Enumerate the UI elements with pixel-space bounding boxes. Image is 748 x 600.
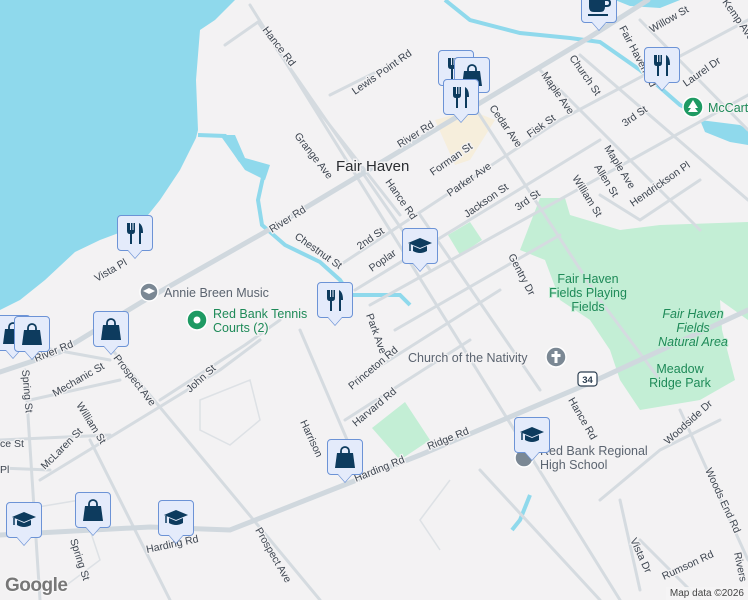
street-label: Willow St	[648, 4, 691, 36]
restaurant-icon	[649, 52, 675, 78]
shopping-icon	[98, 316, 124, 342]
street-label: Mechanic St	[51, 360, 107, 399]
poi-label: Ridge Park	[649, 376, 712, 390]
education-icon	[10, 507, 38, 533]
poi-label: Fair Haven	[557, 272, 618, 286]
restaurant-marker[interactable]	[443, 79, 479, 115]
poi-label: Fields	[571, 300, 604, 314]
red-bank-tennis-courts-poi[interactable]: Red Bank Tennis Courts (2)	[186, 306, 309, 336]
coffee-icon	[585, 0, 613, 18]
street-label: Spring St	[67, 537, 92, 582]
restaurant-icon	[122, 220, 148, 246]
poi-label: Meadow	[656, 362, 704, 376]
restaurant-marker[interactable]	[644, 47, 680, 83]
education-marker[interactable]	[158, 500, 194, 536]
street-label: Hance Rd	[260, 24, 298, 68]
education-marker[interactable]	[514, 417, 550, 453]
street-label: Cedar Ave	[487, 103, 525, 150]
poi-label: High School	[540, 458, 607, 472]
restaurant-icon	[322, 287, 348, 313]
google-logo: Google	[5, 575, 68, 596]
street-label: Woods End Rd	[702, 466, 743, 535]
poi-label: Fair Haven	[662, 307, 723, 321]
small-park	[448, 222, 482, 255]
education-icon	[162, 505, 190, 531]
poi-label: Courts (2)	[213, 321, 269, 335]
street-label: Grange Ave	[292, 130, 336, 181]
playground-park	[372, 402, 430, 460]
restaurant-marker[interactable]	[117, 215, 153, 251]
poi-label: Fields	[676, 321, 709, 335]
street-label: Vista Pl	[93, 256, 130, 284]
street-label: Hance Rd	[565, 396, 599, 443]
poi-label: Annie Breen Music	[164, 286, 269, 300]
street-label: John St	[184, 362, 219, 395]
education-marker[interactable]	[6, 502, 42, 538]
map-attribution[interactable]: Map data ©2026	[665, 587, 748, 600]
place-label-fair-haven: Fair Haven	[336, 158, 409, 175]
poi-label: Red Bank Regional	[540, 444, 648, 458]
shopping-marker[interactable]	[93, 311, 129, 347]
route-34-shield: 34	[577, 371, 598, 387]
education-icon	[518, 422, 546, 448]
shopping-icon	[332, 444, 358, 470]
street-label: ce St	[0, 438, 24, 450]
street-label: Prospect Ave	[252, 526, 293, 586]
street-label: Lewis Point Rd	[350, 47, 414, 97]
poi-label: Red Bank Tennis	[213, 307, 307, 321]
street-label: Spring St	[19, 369, 35, 413]
street-label: Pl	[0, 464, 9, 476]
creek-pond	[220, 135, 270, 180]
street-label: Princeton Rd	[346, 344, 400, 392]
poi-label: McCarter	[708, 101, 748, 115]
street-label: Kemp Ave	[720, 0, 748, 43]
poi-label: Natural Area	[658, 335, 728, 349]
church-of-the-nativity-poi[interactable]: Church of the Nativity	[407, 346, 567, 368]
restaurant-marker[interactable]	[317, 282, 353, 318]
shopping-marker[interactable]	[14, 316, 50, 352]
shopping-icon	[80, 497, 106, 523]
street-label: 3rd St	[620, 104, 650, 130]
shopping-icon	[19, 321, 45, 347]
street-label: Park Ave	[363, 312, 389, 356]
shopping-marker[interactable]	[327, 439, 363, 475]
street-label: River Rd	[267, 204, 308, 236]
street-label: Ridge Rd	[426, 425, 471, 453]
coffee-marker[interactable]	[581, 0, 617, 23]
street-label: Maple Ave	[539, 70, 577, 117]
poi-label: Church of the Nativity	[408, 351, 528, 365]
shopping-marker[interactable]	[75, 492, 111, 528]
education-marker[interactable]	[402, 228, 438, 264]
restaurant-icon	[448, 84, 474, 110]
map-canvas[interactable]: 34 Hance Rd Lewis Point Rd River Rd Gran…	[0, 0, 748, 600]
street-label: Harrison	[297, 418, 325, 459]
poi-label: Fields Playing	[549, 286, 627, 300]
route-shield-label: 34	[582, 375, 593, 386]
street-label: Poplar	[367, 247, 399, 275]
street-label: Rumson Rd	[660, 548, 715, 582]
education-icon	[406, 233, 434, 259]
